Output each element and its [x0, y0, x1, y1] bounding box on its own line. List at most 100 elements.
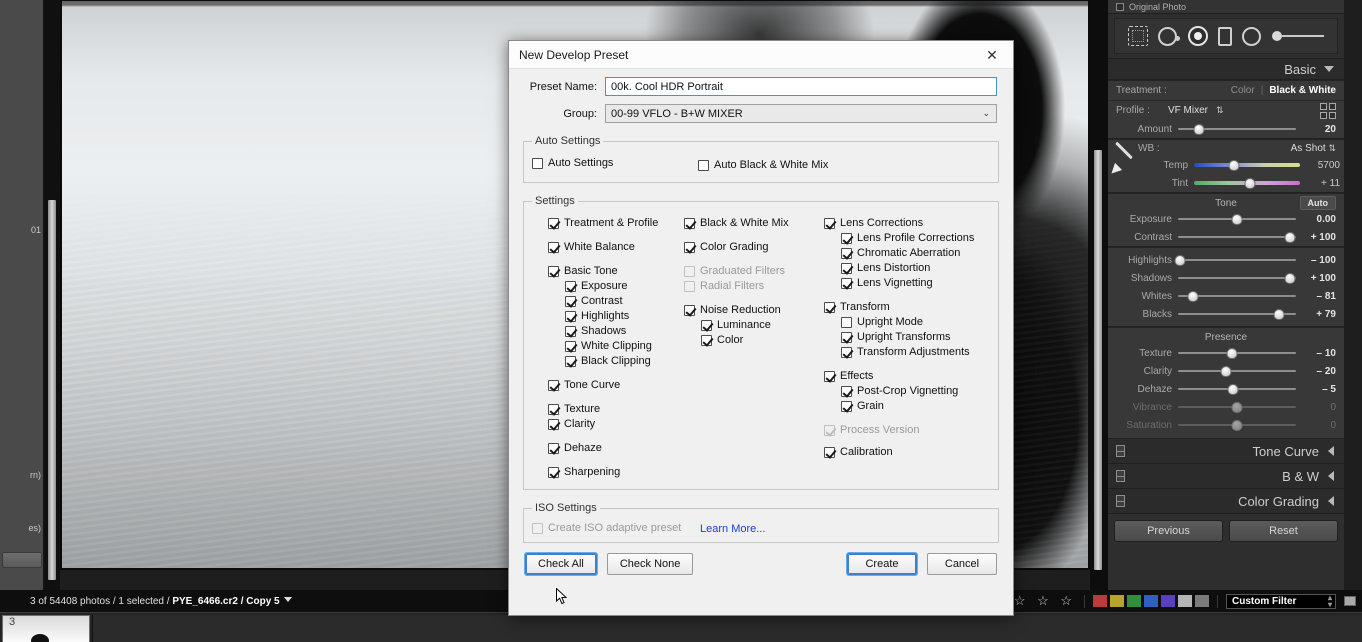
- setting-checkbox[interactable]: Basic Tone: [548, 265, 684, 278]
- checkbox-icon[interactable]: [565, 326, 576, 337]
- basic-panel-header[interactable]: Basic: [1108, 58, 1344, 80]
- original-photo-toggle[interactable]: Original Photo: [1108, 0, 1344, 14]
- setting-checkbox[interactable]: Lens Vignetting: [841, 277, 984, 290]
- setting-checkbox[interactable]: Grain: [841, 400, 984, 413]
- learn-more-link[interactable]: Learn More...: [700, 523, 765, 535]
- checkbox-icon[interactable]: [701, 320, 712, 331]
- chevron-down-icon[interactable]: ⌄: [982, 108, 990, 119]
- radial-mask-icon[interactable]: [1242, 27, 1261, 46]
- checkbox-icon[interactable]: [841, 332, 852, 343]
- filter-toggle-icon[interactable]: [1344, 596, 1356, 606]
- checkbox-icon[interactable]: [824, 447, 835, 458]
- slider-track[interactable]: [1178, 309, 1296, 319]
- panel-header-b-w[interactable]: B & W: [1108, 464, 1344, 489]
- setting-checkbox[interactable]: Lens Profile Corrections: [841, 232, 984, 245]
- spot-removal-icon[interactable]: [1158, 27, 1177, 46]
- setting-checkbox[interactable]: Shadows: [565, 325, 684, 338]
- wb-value[interactable]: As Shot ⇅: [1291, 143, 1336, 154]
- checkbox-icon[interactable]: [841, 248, 852, 259]
- setting-checkbox[interactable]: Effects: [824, 370, 984, 383]
- check-none-button[interactable]: Check None: [607, 553, 694, 575]
- color-label-swatch[interactable]: [1144, 595, 1158, 607]
- checkbox-icon[interactable]: [565, 281, 576, 292]
- color-label-swatch[interactable]: [1127, 595, 1141, 607]
- checkbox-icon[interactable]: [548, 266, 559, 277]
- slider-track[interactable]: [1178, 232, 1296, 242]
- setting-checkbox[interactable]: Lens Distortion: [841, 262, 984, 275]
- eyedropper-icon[interactable]: [1108, 143, 1138, 183]
- profile-browser-icon[interactable]: [1320, 103, 1336, 119]
- panel-header-color-grading[interactable]: Color Grading: [1108, 489, 1344, 514]
- masking-icon[interactable]: [1188, 26, 1208, 46]
- previous-button[interactable]: Previous: [1114, 520, 1223, 542]
- chevron-left-icon[interactable]: [1328, 446, 1334, 456]
- filter-stepper-icon[interactable]: ▴▾: [1328, 594, 1332, 608]
- slider-track[interactable]: [1178, 255, 1296, 265]
- temp-track[interactable]: [1194, 160, 1300, 170]
- checkbox-icon[interactable]: [548, 419, 559, 430]
- checkbox-icon[interactable]: [548, 404, 559, 415]
- preset-name-input[interactable]: 00k. Cool HDR Portrait: [605, 77, 997, 96]
- setting-checkbox[interactable]: Highlights: [565, 310, 684, 323]
- close-icon[interactable]: ✕: [971, 41, 1013, 68]
- slider-track[interactable]: [1178, 384, 1296, 394]
- setting-checkbox[interactable]: White Balance: [548, 241, 684, 254]
- setting-checkbox[interactable]: White Clipping: [565, 340, 684, 353]
- panel-switch-icon[interactable]: [1116, 470, 1125, 482]
- setting-checkbox[interactable]: Upright Mode: [841, 316, 984, 329]
- status-dropdown-icon[interactable]: [284, 597, 292, 602]
- setting-checkbox[interactable]: Sharpening: [548, 466, 684, 479]
- treatment-color-option[interactable]: Color: [1231, 85, 1255, 96]
- checkbox-icon[interactable]: [565, 341, 576, 352]
- check-all-button[interactable]: Check All: [525, 553, 597, 575]
- setting-checkbox[interactable]: Transform Adjustments: [841, 346, 984, 359]
- panel-header-tone-curve[interactable]: Tone Curve: [1108, 439, 1344, 464]
- amount-slider-icon[interactable]: [1272, 31, 1324, 41]
- checkbox-icon[interactable]: [841, 401, 852, 412]
- checkbox-icon[interactable]: [684, 305, 695, 316]
- setting-checkbox[interactable]: Post-Crop Vignetting: [841, 385, 984, 398]
- setting-checkbox[interactable]: Auto Settings: [532, 157, 698, 172]
- checkbox-icon[interactable]: [684, 218, 695, 229]
- chevron-down-icon[interactable]: [1324, 66, 1334, 72]
- checkbox-icon[interactable]: [565, 311, 576, 322]
- color-label-swatch[interactable]: [1195, 595, 1209, 607]
- right-scrollbar[interactable]: [1094, 150, 1102, 570]
- checkbox-icon[interactable]: [701, 335, 712, 346]
- checkbox-icon[interactable]: [841, 278, 852, 289]
- setting-checkbox[interactable]: Clarity: [548, 418, 684, 431]
- setting-checkbox[interactable]: Noise Reduction: [684, 304, 824, 317]
- slider-track[interactable]: [1178, 348, 1296, 358]
- color-label-swatch[interactable]: [1178, 595, 1192, 607]
- panel-switch-icon[interactable]: [1116, 495, 1125, 507]
- setting-checkbox[interactable]: Transform: [824, 301, 984, 314]
- checkbox-icon[interactable]: [841, 386, 852, 397]
- reset-button[interactable]: Reset: [1229, 520, 1338, 542]
- color-label-swatch[interactable]: [1161, 595, 1175, 607]
- profile-stepper-icon[interactable]: ⇅: [1216, 105, 1224, 116]
- checkbox-icon[interactable]: [824, 218, 835, 229]
- profile-value[interactable]: VF Mixer: [1168, 105, 1208, 116]
- setting-checkbox[interactable]: Luminance: [701, 319, 824, 332]
- checkbox-icon[interactable]: [841, 233, 852, 244]
- checkbox-icon[interactable]: [548, 467, 559, 478]
- checkbox-icon[interactable]: [548, 443, 559, 454]
- color-label-swatch[interactable]: [1093, 595, 1107, 607]
- slider-track[interactable]: [1178, 366, 1296, 376]
- checkbox-icon[interactable]: [684, 242, 695, 253]
- slider-track[interactable]: [1178, 214, 1296, 224]
- original-photo-checkbox-icon[interactable]: [1116, 3, 1124, 11]
- setting-checkbox[interactable]: Dehaze: [548, 442, 684, 455]
- chevron-left-icon[interactable]: [1328, 496, 1334, 506]
- checkbox-icon[interactable]: [548, 218, 559, 229]
- left-panel-button[interactable]: [2, 552, 42, 568]
- color-label-swatches[interactable]: [1093, 595, 1209, 607]
- setting-checkbox[interactable]: Upright Transforms: [841, 331, 984, 344]
- setting-checkbox[interactable]: Color Grading: [684, 241, 824, 254]
- setting-checkbox[interactable]: Calibration: [824, 446, 984, 459]
- filter-select[interactable]: Custom Filter ▴▾: [1226, 594, 1336, 609]
- checkbox-icon[interactable]: [698, 160, 709, 171]
- cancel-button[interactable]: Cancel: [927, 553, 997, 575]
- setting-checkbox[interactable]: Contrast: [565, 295, 684, 308]
- setting-checkbox[interactable]: Lens Corrections: [824, 217, 984, 230]
